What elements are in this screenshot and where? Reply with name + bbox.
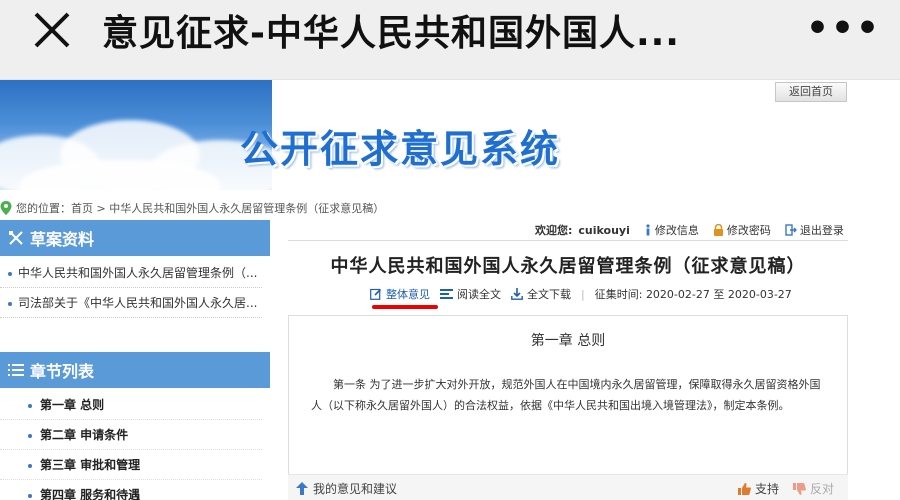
banner: 公开征求意见系统 返回首页 (0, 80, 900, 190)
thumbs-down-icon (792, 482, 806, 495)
welcome-label: 欢迎您: (535, 224, 573, 237)
chapter-item-label: 第四章 服务和待遇 (40, 488, 141, 500)
breadcrumb-text[interactable]: 您的位置：首页 > 中华人民共和国外国人永久居留管理条例（征求意见稿） (16, 200, 384, 216)
my-opinion-link[interactable]: 我的意见和建议 (296, 480, 397, 497)
chapters-panel-heading: 章节列表 (0, 352, 270, 388)
breadcrumb: 您的位置：首页 > 中华人民共和国外国人永久居留管理条例（征求意见稿） (0, 200, 384, 216)
overall-opinion-tab[interactable]: 整体意见 (370, 286, 430, 302)
chapter-item-label: 第一章 总则 (40, 398, 105, 412)
read-full-label: 阅读全文 (457, 288, 501, 301)
user-bar: 欢迎您: cuikouyi 修改信息 修改密码 退出登录 (535, 222, 844, 238)
drafts-panel-heading: 草案资料 (0, 220, 270, 256)
location-pin-icon (0, 201, 12, 215)
change-password-label: 修改密码 (726, 224, 771, 237)
edit-info-link[interactable]: 修改信息 (644, 222, 699, 238)
draft-item-label: 司法部关于《中华人民共和国外国人永久居... (18, 296, 258, 310)
document-title: 中华人民共和国外国人永久居留管理条例（征求意见稿） (330, 256, 806, 277)
edit-icon (370, 288, 382, 300)
chapter-item[interactable]: 第三章 审批和管理 (0, 450, 262, 480)
oppose-label: 反对 (809, 482, 834, 496)
info-icon (646, 224, 650, 236)
chapter-item[interactable]: 第四章 服务和待遇 (0, 480, 262, 500)
period-label: 征集时间: (594, 288, 643, 301)
chapters-list: 第一章 总则 第二章 申请条件 第三章 审批和管理 第四章 服务和待遇 (0, 390, 262, 500)
support-label: 支持 (754, 482, 779, 496)
tools-icon (9, 231, 23, 245)
feedback-bar: 我的意见和建议 支持 反对 (288, 474, 848, 500)
drafts-list: 中华人民共和国外国人永久居留管理条例（... 司法部关于《中华人民共和国外国人永… (0, 258, 262, 318)
divider (288, 240, 848, 241)
chapters-heading-label: 章节列表 (30, 362, 95, 381)
logout-link[interactable]: 退出登录 (785, 222, 844, 238)
edit-info-label: 修改信息 (654, 224, 699, 237)
draft-item[interactable]: 司法部关于《中华人民共和国外国人永久居... (0, 288, 262, 318)
logout-label: 退出登录 (799, 224, 844, 237)
close-icon[interactable] (28, 6, 78, 56)
list-icon (8, 364, 24, 376)
end-date: 2020-03-27 (727, 288, 792, 301)
change-password-link[interactable]: 修改密码 (713, 222, 771, 238)
document-list-icon (440, 289, 453, 299)
sky-banner-image (0, 80, 272, 190)
app-bar: 意见征求-中华人民共和国外国人... ••• (0, 0, 900, 80)
thumbs-up-icon (737, 482, 751, 495)
oppose-button[interactable]: 反对 (792, 480, 834, 497)
download-full-label: 全文下载 (527, 288, 571, 301)
window-title: 意见征求-中华人民共和国外国人... (102, 13, 680, 54)
read-full-link[interactable]: 阅读全文 (440, 286, 501, 302)
active-tab-underline (372, 305, 438, 309)
chapter-item[interactable]: 第一章 总则 (0, 390, 262, 420)
download-full-link[interactable]: 全文下载 (511, 286, 571, 302)
collection-period: 征集时间: 2020-02-27 至 2020-03-27 (595, 286, 792, 302)
lock-icon (713, 224, 723, 236)
drafts-heading-label: 草案资料 (30, 230, 95, 249)
chapter-item-label: 第三章 审批和管理 (40, 458, 141, 472)
article-panel: 第一章 总则 第一条 为了进一步扩大对外开放，规范外国人在中国境内永久居留管理，… (288, 315, 848, 500)
draft-item[interactable]: 中华人民共和国外国人永久居留管理条例（... (0, 258, 262, 288)
home-button[interactable]: 返回首页 (775, 82, 847, 102)
date-separator: 至 (713, 288, 725, 301)
more-menu-icon[interactable]: ••• (806, 11, 881, 47)
vote-buttons: 支持 反对 (737, 480, 834, 497)
support-button[interactable]: 支持 (737, 480, 779, 497)
up-arrow-icon (296, 482, 308, 495)
chapter-title: 第一章 总则 (530, 333, 606, 349)
draft-item-label: 中华人民共和国外国人永久居留管理条例（... (18, 266, 258, 280)
chapter-item-label: 第二章 申请条件 (40, 428, 129, 442)
separator: | (581, 287, 585, 301)
logout-icon (785, 224, 797, 236)
chapter-item[interactable]: 第二章 申请条件 (0, 420, 262, 450)
article-body: 第一条 为了进一步扩大对外开放，规范外国人在中国境内永久居留管理，保障取得永久居… (311, 378, 821, 412)
overall-opinion-label: 整体意见 (386, 288, 430, 301)
username: cuikouyi (578, 223, 630, 237)
start-date: 2020-02-27 (645, 288, 710, 301)
download-icon (511, 288, 523, 300)
document-actions: 整体意见 阅读全文 全文下载 | 征集时间: 2020-02-27 至 2020… (370, 286, 792, 302)
my-opinion-label: 我的意见和建议 (313, 482, 398, 496)
system-title: 公开征求意见系统 (240, 127, 561, 171)
